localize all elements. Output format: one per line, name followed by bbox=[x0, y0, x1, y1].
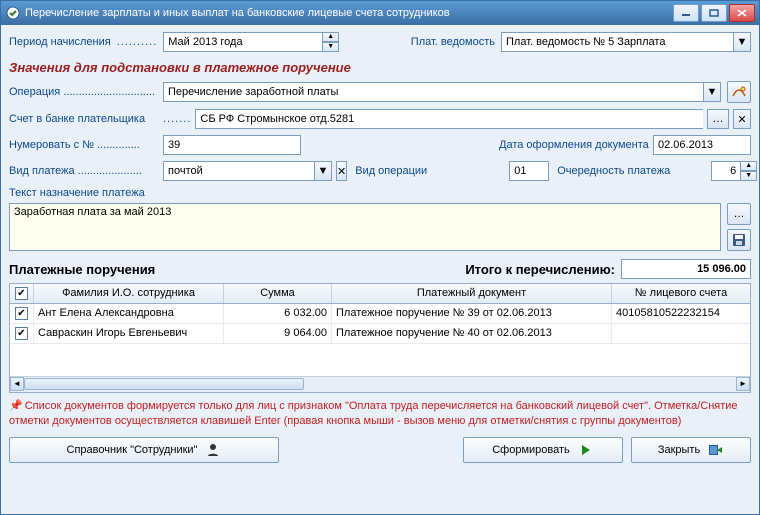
total-label: Итого к перечислению: bbox=[465, 262, 615, 277]
vedomost-dropdown-button[interactable]: ▼ bbox=[733, 32, 751, 52]
horizontal-scrollbar[interactable]: ◄ ► bbox=[10, 376, 750, 392]
oper-kind-input[interactable] bbox=[509, 161, 549, 181]
payment-kind-clear-button[interactable]: ✕ bbox=[336, 161, 347, 181]
employees-button-label: Справочник "Сотрудники" bbox=[67, 444, 198, 456]
vedomost-input[interactable] bbox=[501, 32, 733, 52]
close-window-button[interactable] bbox=[729, 4, 755, 22]
doc-date-input[interactable] bbox=[653, 135, 751, 155]
row-name: Савраскин Игорь Евгеньевич bbox=[34, 324, 224, 343]
vedomost-label: Плат. ведомость bbox=[411, 36, 495, 48]
employees-button[interactable]: Справочник "Сотрудники" bbox=[9, 437, 279, 463]
orders-grid: ✔ Фамилия И.О. сотрудника Сумма Платежны… bbox=[9, 283, 751, 393]
purpose-label: Текст назначение платежа bbox=[9, 187, 751, 199]
scroll-thumb[interactable] bbox=[24, 378, 304, 390]
table-row[interactable]: ✔Савраскин Игорь Евгеньевич9 064.00Плате… bbox=[10, 324, 750, 344]
table-row[interactable]: ✔Ант Елена Александровна6 032.00Платежно… bbox=[10, 304, 750, 324]
play-icon bbox=[578, 444, 594, 456]
form-button-label: Сформировать bbox=[492, 444, 570, 456]
bank-account-browse-button[interactable]: … bbox=[707, 109, 729, 129]
operation-label: Операция .............................. bbox=[9, 86, 159, 98]
priority-input[interactable] bbox=[711, 161, 741, 181]
scroll-right-button[interactable]: ► bbox=[736, 377, 750, 391]
row-checkbox[interactable]: ✔ bbox=[10, 324, 34, 343]
priority-down[interactable]: ▼ bbox=[741, 171, 757, 181]
number-from-label: Нумеровать с № .............. bbox=[9, 139, 159, 151]
form-button[interactable]: Сформировать bbox=[463, 437, 623, 463]
row-sum: 6 032.00 bbox=[224, 304, 332, 323]
header-checkbox-col[interactable]: ✔ bbox=[10, 284, 34, 303]
bank-account-input[interactable] bbox=[195, 109, 703, 129]
pin-icon: 📌 bbox=[9, 400, 23, 412]
period-down[interactable]: ▼ bbox=[323, 42, 339, 52]
period-input[interactable] bbox=[163, 32, 323, 52]
row-name: Ант Елена Александровна bbox=[34, 304, 224, 323]
row-sum: 9 064.00 bbox=[224, 324, 332, 343]
row-doc: Платежное поручение № 39 от 02.06.2013 bbox=[332, 304, 612, 323]
header-sum[interactable]: Сумма bbox=[224, 284, 332, 303]
grid-header: ✔ Фамилия И.О. сотрудника Сумма Платежны… bbox=[10, 284, 750, 304]
check-all[interactable]: ✔ bbox=[15, 287, 28, 300]
section-substitution-title: Значения для подстановки в платежное пор… bbox=[9, 60, 751, 75]
dots: .......... bbox=[117, 36, 158, 48]
orders-section-title: Платежные поручения bbox=[9, 262, 155, 277]
person-icon bbox=[205, 443, 221, 457]
row-acc bbox=[612, 324, 750, 343]
close-button-label: Закрыть bbox=[658, 444, 700, 456]
scroll-left-button[interactable]: ◄ bbox=[10, 377, 24, 391]
payment-kind-dropdown-button[interactable]: ▼ bbox=[314, 161, 332, 181]
minimize-button[interactable] bbox=[673, 4, 699, 22]
oper-kind-label: Вид операции bbox=[355, 165, 505, 177]
period-up[interactable]: ▲ bbox=[323, 32, 339, 42]
main-window: Перечисление зарплаты и иных выплат на б… bbox=[0, 0, 760, 515]
row-checkbox[interactable]: ✔ bbox=[10, 304, 34, 323]
operation-tool-button[interactable] bbox=[727, 81, 751, 103]
priority-up[interactable]: ▲ bbox=[741, 161, 757, 171]
header-name[interactable]: Фамилия И.О. сотрудника bbox=[34, 284, 224, 303]
exit-icon bbox=[708, 444, 724, 456]
number-from-input[interactable] bbox=[163, 135, 301, 155]
payment-kind-input[interactable] bbox=[163, 161, 314, 181]
bank-account-label: Счет в банке плательщика bbox=[9, 113, 159, 125]
purpose-browse-button[interactable]: … bbox=[727, 203, 751, 225]
period-spinner[interactable]: ▲▼ bbox=[163, 32, 339, 52]
operation-dropdown-button[interactable]: ▼ bbox=[703, 82, 721, 102]
titlebar: Перечисление зарплаты и иных выплат на б… bbox=[1, 1, 759, 25]
payment-kind-label: Вид платежа ..................... bbox=[9, 165, 159, 177]
dots: ....... bbox=[163, 113, 191, 125]
close-button[interactable]: Закрыть bbox=[631, 437, 751, 463]
row-doc: Платежное поручение № 40 от 02.06.2013 bbox=[332, 324, 612, 343]
total-value bbox=[621, 259, 751, 279]
window-title: Перечисление зарплаты и иных выплат на б… bbox=[25, 7, 673, 19]
maximize-button[interactable] bbox=[701, 4, 727, 22]
header-acc[interactable]: № лицевого счета bbox=[612, 284, 750, 303]
header-doc[interactable]: Платежный документ bbox=[332, 284, 612, 303]
bank-account-clear-button[interactable]: ✕ bbox=[733, 109, 751, 129]
period-label: Период начисления bbox=[9, 36, 111, 48]
purpose-save-button[interactable] bbox=[727, 229, 751, 251]
operation-input[interactable] bbox=[163, 82, 703, 102]
hint-text: 📌Список документов формируется только дл… bbox=[9, 399, 751, 429]
row-acc: 40105810522232154 bbox=[612, 304, 750, 323]
purpose-textarea[interactable]: Заработная плата за май 2013 bbox=[9, 203, 721, 251]
priority-label: Очередность платежа bbox=[557, 165, 707, 177]
app-icon bbox=[5, 5, 21, 21]
doc-date-label: Дата оформления документа bbox=[499, 139, 649, 151]
